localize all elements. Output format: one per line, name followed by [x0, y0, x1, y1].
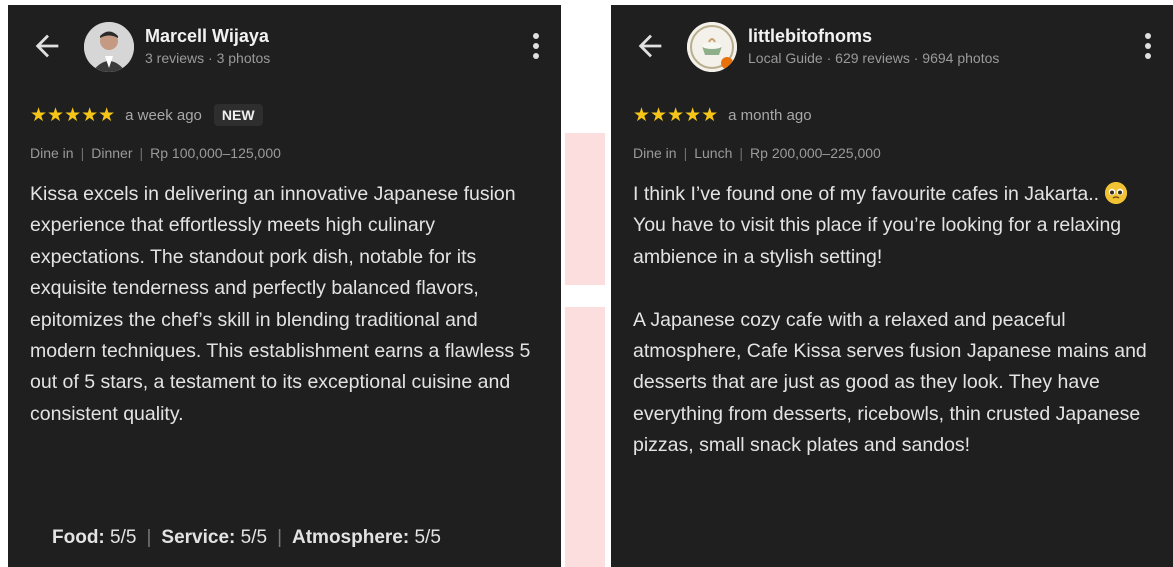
review-text-part: You have to visit this place if you’re l… — [633, 214, 1122, 268]
tag-service-type: Dine in — [30, 145, 74, 161]
more-options-icon[interactable] — [1143, 33, 1153, 63]
review-card-right: littlebitofnoms Local Guide · 629 review… — [611, 5, 1173, 567]
review-text-part: I think I’ve found one of my favourite c… — [633, 183, 1105, 205]
background-strip — [565, 133, 605, 285]
tag-price-range: Rp 200,000–225,000 — [750, 145, 881, 161]
pleading-face-emoji — [1104, 182, 1127, 204]
avatar[interactable] — [687, 22, 737, 72]
review-date: a week ago — [125, 106, 202, 124]
category-scores: Food: 5/5 | Service: 5/5 | Atmosphere: 5/5 — [52, 527, 441, 548]
score-label-atmosphere: Atmosphere: — [292, 527, 410, 548]
avatar[interactable] — [84, 22, 134, 72]
review-paragraph: I think I’ve found one of my favourite c… — [633, 179, 1158, 273]
visit-tags: Dine in | Dinner | Rp 100,000–125,000 — [30, 145, 281, 161]
tag-meal-type: Dinner — [91, 145, 133, 161]
review-paragraph: Kissa excels in delivering an innovative… — [30, 183, 531, 425]
tag-meal-type: Lunch — [694, 145, 733, 161]
rating-row: ★★★★★ a month ago — [633, 103, 812, 127]
visit-tags: Dine in | Lunch | Rp 200,000–225,000 — [633, 145, 881, 161]
star-rating: ★★★★★ — [30, 104, 116, 126]
review-header: Marcell Wijaya 3 reviews · 3 photos — [8, 19, 561, 79]
star-rating: ★★★★★ — [633, 104, 719, 126]
score-value-atmosphere: 5/5 — [414, 527, 441, 548]
back-arrow-icon[interactable] — [30, 29, 64, 63]
review-card-left: Marcell Wijaya 3 reviews · 3 photos ★★★★… — [8, 5, 561, 567]
score-label-food: Food: — [52, 527, 105, 548]
background-strip — [565, 307, 605, 567]
rating-row: ★★★★★ a week ago NEW — [30, 103, 263, 127]
new-badge: NEW — [213, 104, 263, 126]
more-options-icon[interactable] — [531, 33, 541, 63]
score-label-service: Service: — [161, 527, 236, 548]
tag-service-type: Dine in — [633, 145, 677, 161]
reviewer-stats: 3 reviews · 3 photos — [145, 50, 271, 66]
review-date: a month ago — [728, 106, 812, 124]
score-value-service: 5/5 — [240, 527, 268, 548]
review-text: Kissa excels in delivering an innovative… — [30, 179, 542, 430]
score-value-food: 5/5 — [110, 527, 137, 548]
tag-price-range: Rp 100,000–125,000 — [150, 145, 281, 161]
review-paragraph: A Japanese cozy cafe with a relaxed and … — [633, 308, 1147, 457]
review-header: littlebitofnoms Local Guide · 629 review… — [611, 19, 1173, 79]
reviewer-stats: Local Guide · 629 reviews · 9694 photos — [748, 50, 1000, 66]
review-text: I think I’ve found one of my favourite c… — [633, 179, 1158, 462]
reviewer-name[interactable]: littlebitofnoms — [748, 26, 872, 47]
back-arrow-icon[interactable] — [633, 29, 667, 63]
reviewer-name[interactable]: Marcell Wijaya — [145, 26, 269, 47]
